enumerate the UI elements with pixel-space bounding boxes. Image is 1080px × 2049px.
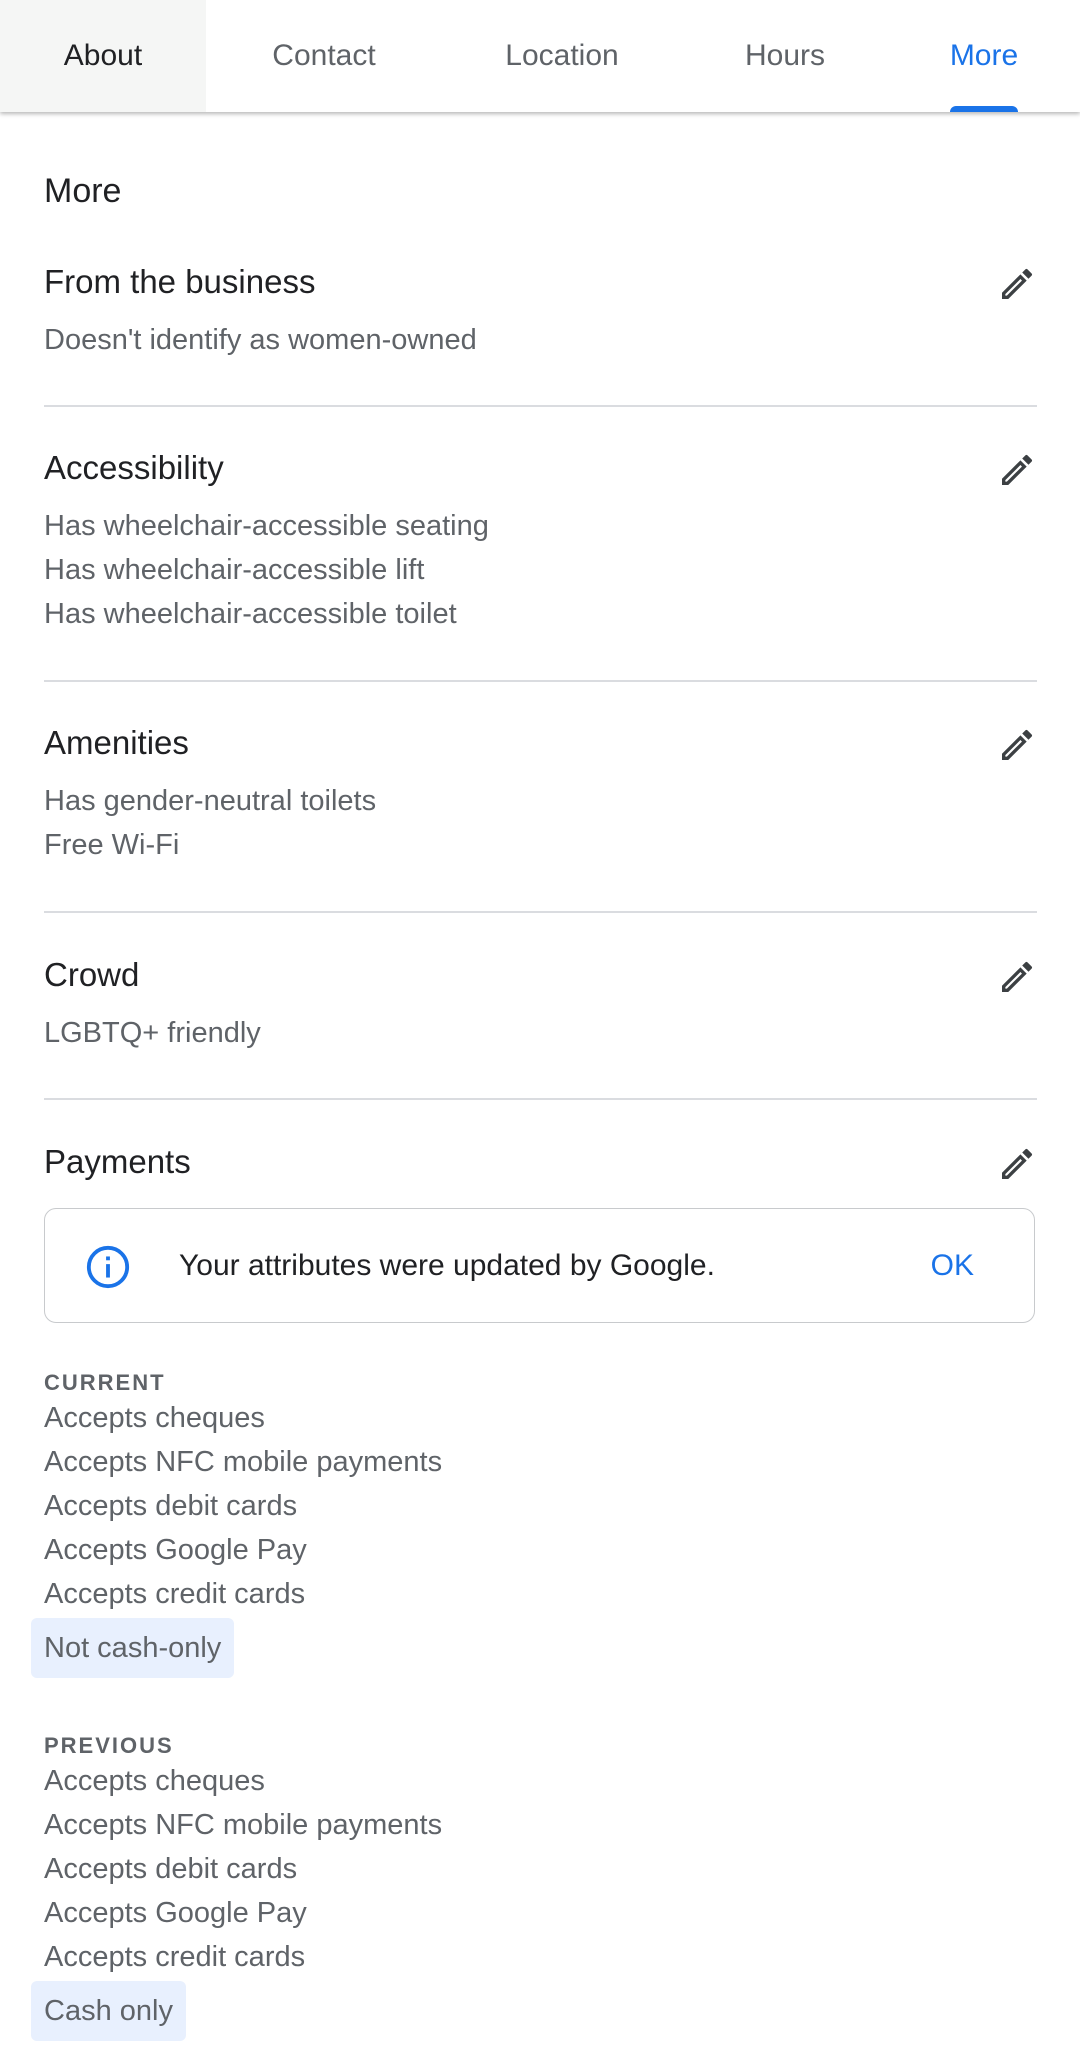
tab-label: More bbox=[949, 39, 1019, 72]
edit-payments-button[interactable] bbox=[997, 1144, 1037, 1184]
pencil-icon bbox=[1002, 268, 1033, 299]
tab-more[interactable]: More bbox=[888, 0, 1080, 112]
changed-attribute-highlight: Not cash-only bbox=[31, 1618, 235, 1678]
tab-label: Location bbox=[505, 39, 619, 72]
pencil-icon bbox=[1002, 1148, 1033, 1179]
tab-about[interactable]: About bbox=[0, 0, 206, 112]
previous-caption: PREVIOUS bbox=[44, 1733, 174, 1758]
tab-bar: About Contact Location Hours More bbox=[0, 0, 1080, 112]
accessibility-attribute: Has wheelchair-accessible seating bbox=[44, 510, 489, 542]
pencil-icon bbox=[1002, 454, 1033, 485]
crowd-attribute: LGBTQ+ friendly bbox=[44, 1017, 261, 1049]
divider bbox=[44, 680, 1037, 682]
tab-label: About bbox=[63, 39, 143, 72]
divider bbox=[44, 911, 1037, 913]
pencil-icon bbox=[1002, 961, 1033, 992]
divider bbox=[44, 1098, 1037, 1100]
edit-business-button[interactable] bbox=[997, 264, 1037, 304]
payment-attribute: Accepts cheques bbox=[44, 1765, 265, 1797]
tab-label: Contact bbox=[272, 39, 376, 72]
page-title: More bbox=[44, 172, 122, 210]
pencil-icon bbox=[1002, 729, 1033, 760]
payment-attribute: Accepts NFC mobile payments bbox=[44, 1446, 443, 1478]
accessibility-attribute: Has wheelchair-accessible toilet bbox=[44, 598, 457, 630]
payment-attribute: Accepts Google Pay bbox=[44, 1534, 307, 1566]
edit-crowd-button[interactable] bbox=[997, 957, 1037, 997]
payment-attribute: Accepts NFC mobile payments bbox=[44, 1809, 443, 1841]
section-title: Amenities bbox=[44, 724, 189, 761]
payment-attribute: Accepts Google Pay bbox=[44, 1897, 307, 1929]
divider bbox=[44, 405, 1037, 407]
payment-attribute: Accepts debit cards bbox=[44, 1490, 298, 1522]
attributes-updated-notice: Your attributes were updated by Google. … bbox=[44, 1208, 1035, 1323]
accessibility-attribute: Has wheelchair-accessible lift bbox=[44, 554, 425, 586]
amenity-attribute: Free Wi-Fi bbox=[44, 829, 180, 861]
section-title: Accessibility bbox=[44, 449, 224, 486]
changed-attribute-highlight: Cash only bbox=[31, 1981, 186, 2041]
active-tab-indicator bbox=[950, 106, 1018, 112]
tab-contact[interactable]: Contact bbox=[206, 0, 442, 112]
current-caption: CURRENT bbox=[44, 1370, 166, 1395]
tab-hours[interactable]: Hours bbox=[682, 0, 888, 112]
tab-label: Hours bbox=[744, 39, 826, 72]
section-title: Payments bbox=[44, 1143, 191, 1180]
tab-location[interactable]: Location bbox=[442, 0, 682, 112]
business-attribute: Doesn't identify as women-owned bbox=[44, 324, 477, 356]
edit-amenities-button[interactable] bbox=[997, 725, 1037, 765]
payment-attribute: Accepts cheques bbox=[44, 1402, 265, 1434]
edit-accessibility-button[interactable] bbox=[997, 450, 1037, 490]
payment-attribute: Accepts credit cards bbox=[44, 1941, 306, 1973]
amenity-attribute: Has gender-neutral toilets bbox=[44, 785, 377, 817]
payment-attribute: Accepts credit cards bbox=[44, 1578, 306, 1610]
payment-attribute: Accepts debit cards bbox=[44, 1853, 298, 1885]
info-icon bbox=[85, 1244, 131, 1290]
current-payments-list: Accepts cheques Accepts NFC mobile payme… bbox=[31, 1396, 443, 1678]
section-title: Crowd bbox=[44, 956, 140, 993]
previous-payments-list: Accepts cheques Accepts NFC mobile payme… bbox=[31, 1759, 443, 2041]
ok-button[interactable]: OK bbox=[931, 1245, 974, 1287]
section-title: From the business bbox=[44, 263, 316, 300]
notice-message: Your attributes were updated by Google. bbox=[179, 1249, 715, 1282]
